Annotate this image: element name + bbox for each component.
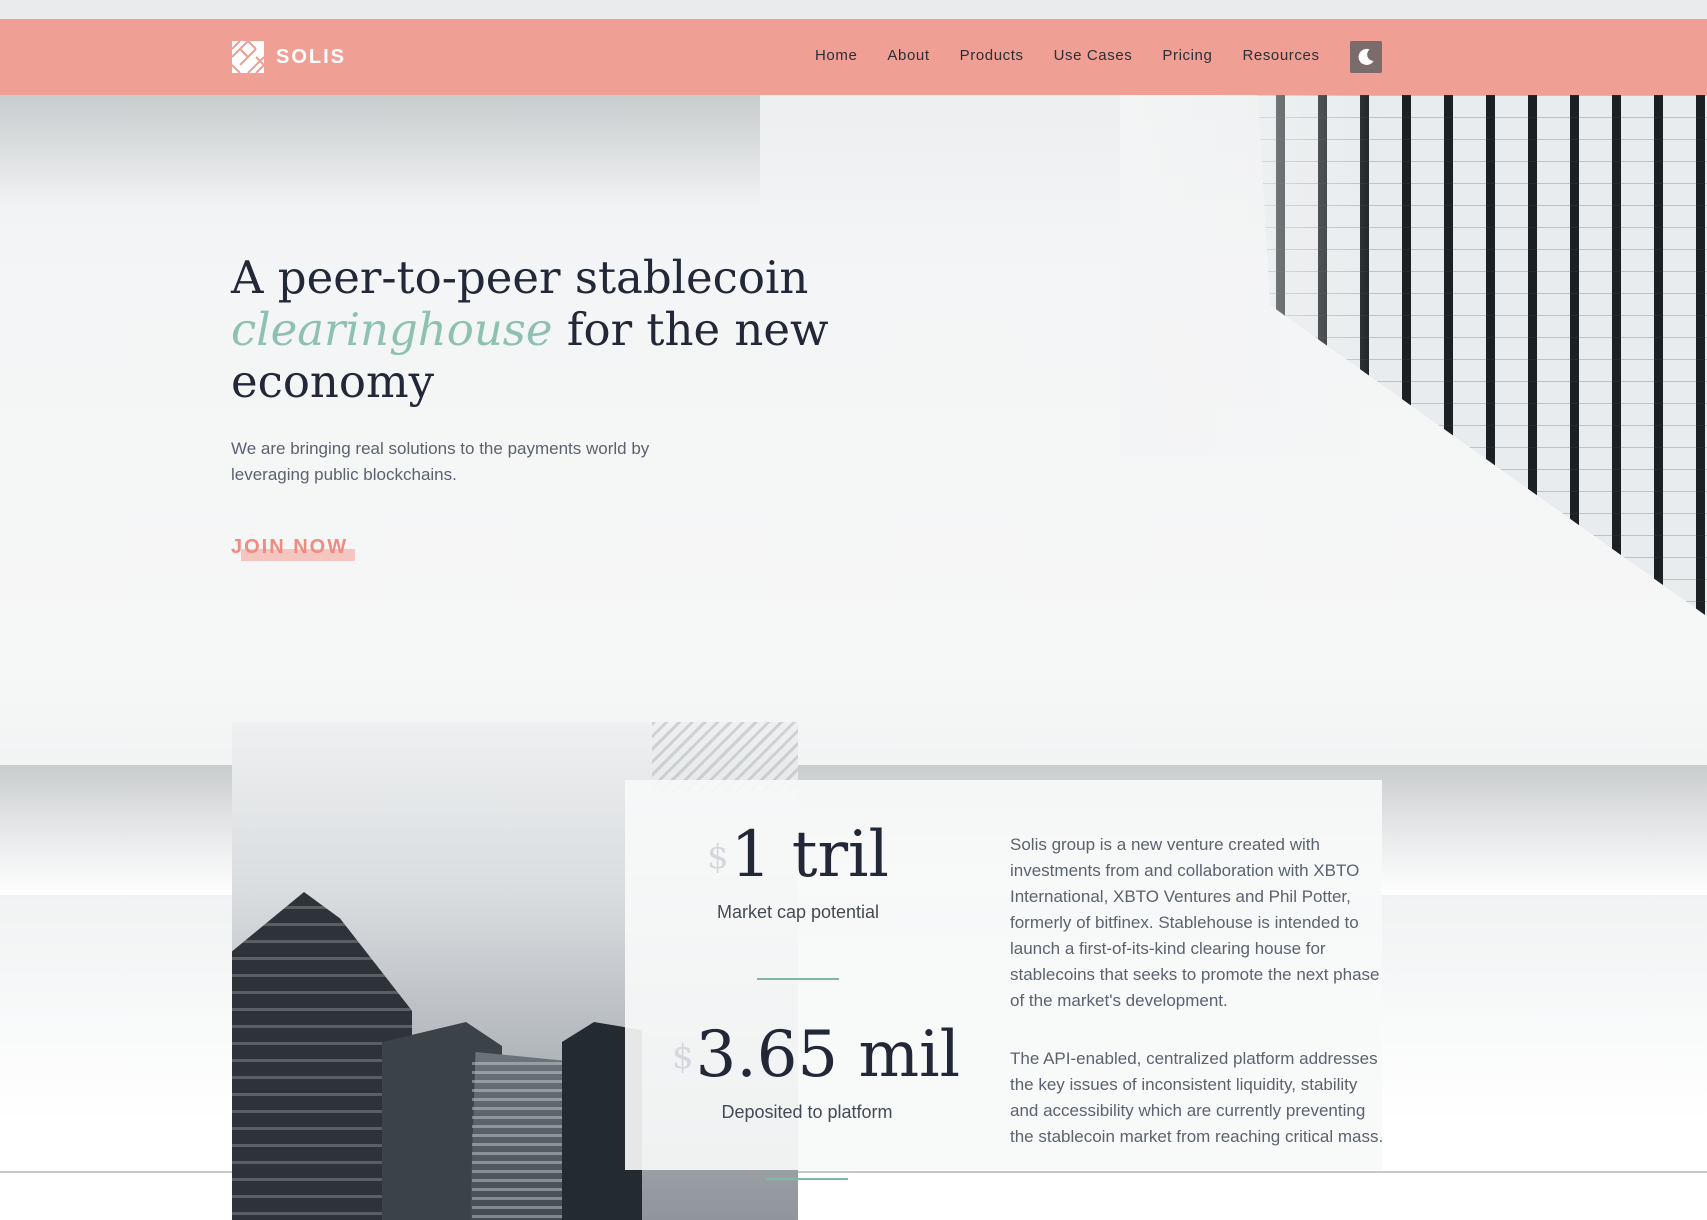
building-edge-left	[0, 95, 760, 205]
hero-title: A peer-to-peer stablecoin clearinghouse …	[231, 252, 851, 408]
brand-name: SOLIS	[276, 45, 347, 68]
stat-label: Market cap potential	[716, 902, 880, 922]
stat-market-cap: $1 tril Market cap potential	[698, 820, 898, 923]
main-menu: Home About Products Use Cases Pricing Re…	[815, 47, 1350, 64]
hero-title-part1: A peer-to-peer stablecoin	[231, 251, 809, 304]
stat-value: 3.65 mil	[695, 1018, 961, 1092]
stat-divider	[766, 1178, 848, 1180]
nav-home[interactable]: Home	[815, 47, 857, 64]
currency-symbol: $	[672, 1037, 694, 1077]
about-paragraph-1: Solis group is a new venture created wit…	[1010, 835, 1380, 1010]
hero-title-accent: clearinghouse	[231, 303, 553, 356]
nav-pricing[interactable]: Pricing	[1162, 47, 1212, 64]
brand-logo[interactable]: SOLIS	[232, 41, 346, 73]
join-now-button[interactable]: JOIN NOW	[231, 536, 355, 561]
stat-value: 1 tril	[730, 818, 889, 892]
stat-divider	[757, 978, 839, 980]
nav-resources[interactable]: Resources	[1242, 47, 1319, 64]
currency-symbol: $	[707, 837, 729, 877]
moon-icon	[1358, 48, 1374, 65]
nav-use-cases[interactable]: Use Cases	[1054, 47, 1133, 64]
stat-deposited: $3.65 mil Deposited to platform	[672, 1020, 960, 1123]
theme-toggle-button[interactable]	[1350, 41, 1382, 73]
stat-label: Deposited to platform	[721, 1102, 893, 1122]
about-paragraph-2: The API-enabled, centralized platform ad…	[1010, 1049, 1384, 1146]
nav-products[interactable]: Products	[960, 47, 1024, 64]
logo-icon	[232, 41, 264, 73]
hero-subtitle: We are bringing real solutions to the pa…	[231, 439, 650, 484]
join-now-label: JOIN NOW	[231, 536, 349, 558]
nav-about[interactable]: About	[887, 47, 929, 64]
